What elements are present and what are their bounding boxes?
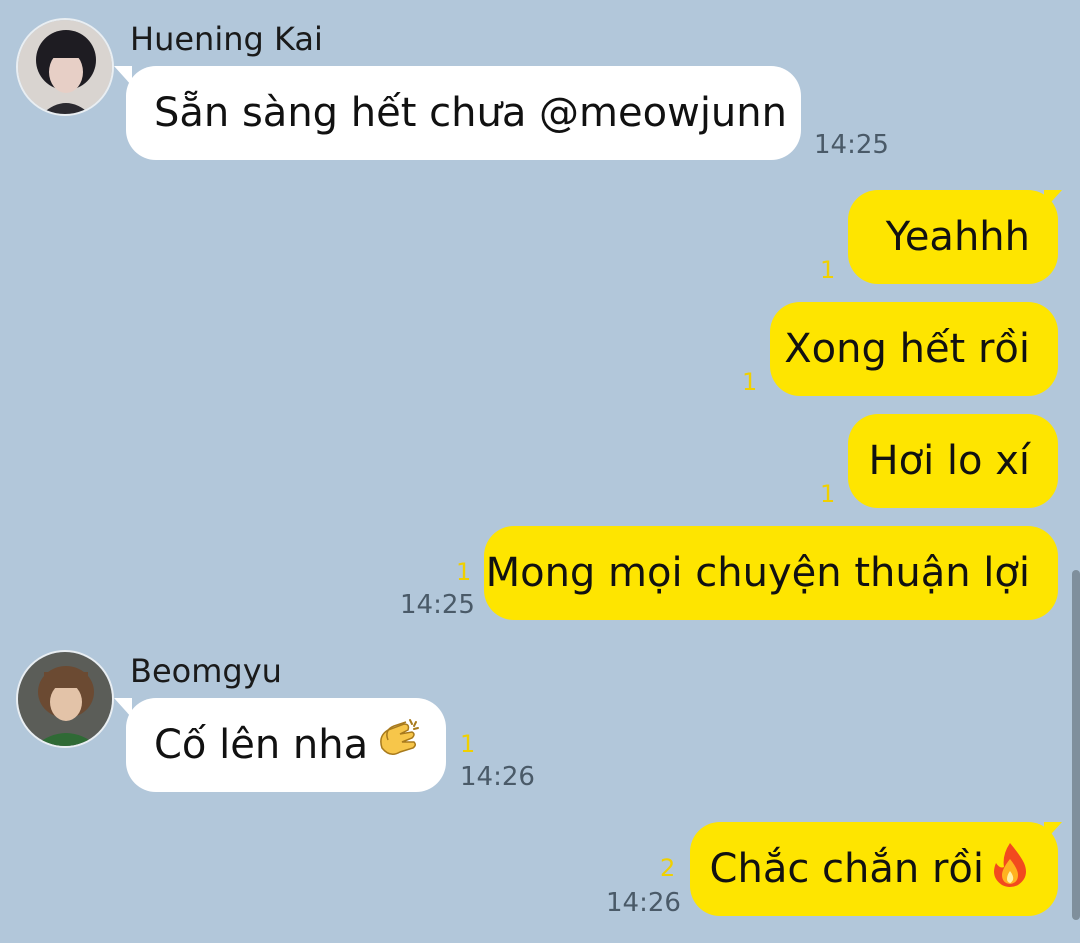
message-time: 14:25 (400, 590, 475, 620)
message-text: Xong hết rồi (784, 326, 1030, 372)
unread-count: 1 (820, 480, 836, 508)
message-bubble[interactable]: Xong hết rồi (770, 302, 1058, 396)
message-text: Yeahhh (885, 214, 1030, 260)
sender-name: Huening Kai (130, 20, 323, 58)
message-text: Cố lên nha (154, 722, 369, 768)
sender-name: Beomgyu (130, 652, 282, 690)
message-bubble[interactable]: Mong mọi chuyện thuận lợi (484, 526, 1058, 620)
unread-count: 2 (660, 854, 676, 882)
fire-icon (990, 841, 1030, 897)
message-bubble[interactable]: Hơi lo xí (848, 414, 1058, 508)
clapping-hands-icon (374, 718, 422, 772)
message-text: Chắc chắn rồi (709, 846, 984, 892)
scrollbar[interactable] (1072, 570, 1080, 920)
bubble-tail (1044, 190, 1062, 210)
message-bubble[interactable]: Chắc chắn rồi (690, 822, 1058, 916)
chat-room: Huening Kai Sẵn sàng hết chưa @meowjunn … (0, 0, 1080, 943)
message-time: 14:25 (814, 130, 889, 160)
unread-count: 1 (456, 558, 472, 586)
unread-count: 1 (820, 256, 836, 284)
avatar-huening-kai[interactable] (16, 18, 114, 116)
message-bubble[interactable]: Cố lên nha (126, 698, 446, 792)
message-text: Hơi lo xí (868, 438, 1030, 484)
unread-count: 1 (742, 368, 758, 396)
avatar-beomgyu[interactable] (16, 650, 114, 748)
unread-count: 1 (460, 730, 476, 758)
message-bubble[interactable]: Yeahhh (848, 190, 1058, 284)
message-time: 14:26 (460, 762, 535, 792)
bubble-tail (1044, 822, 1062, 842)
message-bubble[interactable]: Sẵn sàng hết chưa @meowjunn (126, 66, 801, 160)
message-text: Sẵn sàng hết chưa @meowjunn (154, 90, 787, 136)
message-text: Mong mọi chuyện thuận lợi (485, 550, 1030, 596)
message-time: 14:26 (606, 888, 681, 918)
